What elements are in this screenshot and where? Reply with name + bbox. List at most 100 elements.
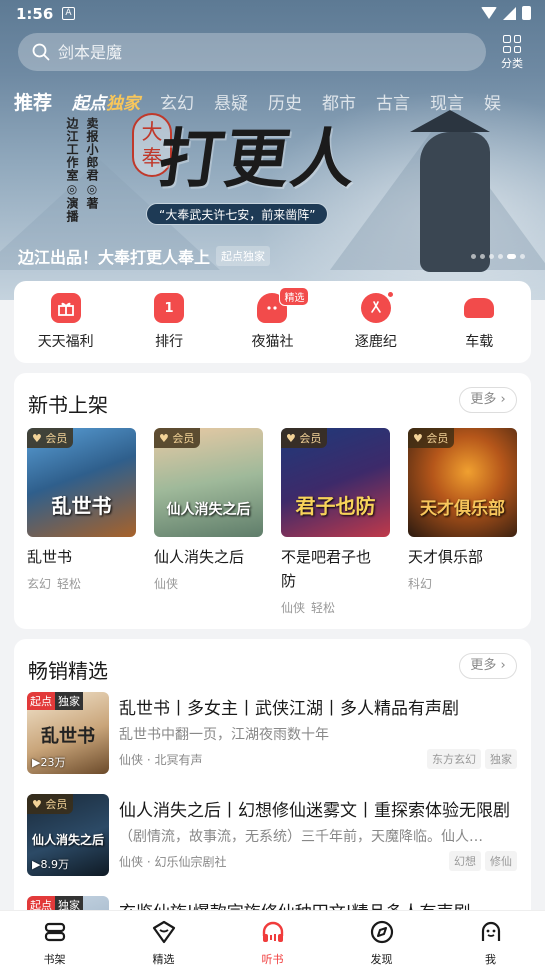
book-card[interactable]: ♥ 会员 乱世书 乱世书 玄幻 轻松 — [27, 428, 136, 616]
compass-icon — [370, 920, 393, 944]
status-time: 1:56 — [16, 5, 54, 23]
tab-qidian-exclusive[interactable]: 起点独家 — [72, 89, 140, 114]
audiobook-cover: ♥ 会员 仙人消失之后 ▶8.9万 — [27, 794, 109, 876]
category-label: 分类 — [501, 57, 523, 70]
category-button[interactable]: 分类 — [496, 35, 528, 71]
book-tags: 科幻 — [408, 577, 433, 591]
play-count: ▶23万 — [32, 756, 66, 769]
banner-studio-credit: 边江工作室◎演播 — [65, 117, 79, 223]
nav-label: 发现 — [370, 953, 393, 966]
audiobook-chips: 幻想 修仙 — [449, 851, 517, 871]
nav-label: 书架 — [43, 953, 66, 966]
quick-entry-label: 车载 — [465, 334, 494, 350]
audiobook-chips: 东方玄幻 独家 — [427, 749, 517, 769]
nav-bookshelf[interactable]: 书架 — [20, 919, 90, 967]
quick-entry-welfare[interactable]: 天天福利 — [21, 293, 111, 351]
book-title: 天才俱乐部 — [408, 548, 484, 566]
search-input[interactable] — [58, 42, 458, 62]
banner-author-credit: 卖报小郎君◎著 — [85, 117, 99, 210]
cover-title: 乱世书 — [51, 494, 112, 518]
nav-featured[interactable]: 精选 — [129, 919, 199, 967]
nav-profile[interactable]: 我 — [456, 919, 526, 967]
cover-title: 仙人消失之后 — [31, 833, 104, 847]
featured-badge: 精选 — [279, 287, 310, 306]
audiobook-title: 仙人消失之后丨幻想修仙迷雾文丨重探索体验无限剧 — [119, 801, 510, 821]
genre-chip: 幻想 — [449, 851, 481, 871]
new-books-section: 新书上架 更多 › ♥ 会员 乱世书 乱世书 玄幻 轻松 ♥ 会员 仙人消失之后 … — [14, 373, 531, 629]
vip-badge: ♥ 会员 — [408, 428, 455, 448]
tab-recommend[interactable]: 推荐 — [14, 88, 52, 115]
headphones-icon — [262, 921, 283, 942]
cover-title: 仙人消失之后 — [166, 502, 251, 518]
nav-label: 精选 — [152, 953, 175, 966]
banner-caption-tag: 起点独家 — [216, 246, 271, 266]
list-item[interactable]: 起点 独家 乱世书 ▶23万 乱世书丨多女主丨武侠江湖丨多人精品有声剧 乱世书中翻… — [27, 692, 517, 774]
carousel-dot-active — [507, 254, 516, 259]
exclusive-tag: 起点 独家 — [27, 692, 83, 710]
quick-entry-label: 天天福利 — [37, 334, 94, 350]
audiobook-title: 乱世书丨多女主丨武侠江湖丨多人精品有声剧 — [119, 699, 459, 719]
profile-icon — [481, 921, 500, 941]
nav-listen[interactable]: 听书 — [238, 919, 308, 967]
audiobook-meta: 仙侠 · 北冥有声 — [119, 753, 203, 767]
vip-badge: ♥ 会员 — [281, 428, 328, 448]
quick-entry-label: 逐鹿纪 — [354, 334, 397, 350]
vip-badge: ♥ 会员 — [154, 428, 201, 448]
grid-icon — [503, 35, 521, 53]
book-cover: ♥ 会员 仙人消失之后 — [154, 428, 263, 537]
nav-discover[interactable]: 发现 — [347, 919, 417, 967]
audiobook-meta: 仙侠 · 幻乐仙宗剧社 — [119, 855, 227, 869]
banner-title: 打更人 — [153, 122, 363, 197]
audiobook-desc: （剧情流，故事流，无系统）三千年前，天魔降临。仙人… — [119, 829, 483, 845]
cover-title: 乱世书 — [41, 726, 95, 747]
nav-label: 我 — [485, 953, 496, 966]
banner-caption[interactable]: 边江出品！大奉打更人奉上 起点独家 — [18, 244, 271, 268]
quick-entry-car[interactable]: 车载 — [434, 293, 524, 351]
book-card[interactable]: ♥ 会员 仙人消失之后 仙人消失之后 仙侠 — [154, 428, 263, 616]
quick-entry-night-cat[interactable]: 精选 夜猫社 — [227, 287, 317, 351]
carousel-indicator — [471, 254, 525, 259]
quick-entry-deer[interactable]: 逐鹿纪 — [331, 291, 421, 351]
signal-icon — [503, 6, 516, 20]
play-count: ▶8.9万 — [32, 858, 69, 871]
book-tags: 玄幻 轻松 — [27, 577, 82, 591]
chevron-right-icon: › — [500, 658, 506, 673]
book-cover: ♥ 会员 君子也防 — [281, 428, 390, 537]
search-bar[interactable] — [18, 33, 486, 71]
audiobook-cover: 起点 独家 乱世书 ▶23万 — [27, 692, 109, 774]
carousel-dot — [520, 254, 525, 259]
search-icon — [32, 43, 50, 61]
cover-title: 天才俱乐部 — [420, 499, 505, 519]
quick-entry-label: 夜猫社 — [251, 334, 294, 350]
genre-chip: 修仙 — [485, 851, 517, 871]
book-tags: 仙侠 — [154, 577, 179, 591]
vip-badge: ♥ 会员 — [27, 794, 74, 814]
nav-label: 听书 — [261, 953, 284, 966]
notification-dot — [386, 291, 394, 298]
book-title: 乱世书 — [27, 548, 73, 566]
more-button[interactable]: 更多 › — [459, 387, 517, 413]
more-button[interactable]: 更多 › — [459, 653, 517, 679]
genre-chip: 独家 — [485, 749, 517, 769]
battery-icon — [522, 6, 531, 20]
deer-icon — [360, 293, 391, 323]
book-cover: ♥ 会员 天才俱乐部 — [408, 428, 517, 537]
more-label: 更多 — [470, 392, 497, 407]
quick-entry-ranking[interactable]: 1 排行 — [124, 293, 214, 351]
book-card[interactable]: ♥ 会员 天才俱乐部 天才俱乐部 科幻 — [408, 428, 517, 616]
hero-banner[interactable]: 1:56 A 分类 推荐 起点独家 玄幻 悬疑 历史 都市 古言 现言 娱 卖报… — [0, 0, 545, 300]
app-notification-icon: A — [62, 7, 75, 20]
car-icon — [464, 298, 495, 318]
wifi-icon — [481, 7, 497, 19]
banner-caption-text: 边江出品！大奉打更人奉上 — [18, 248, 211, 267]
list-item[interactable]: ♥ 会员 仙人消失之后 ▶8.9万 仙人消失之后丨幻想修仙迷雾文丨重探索体验无限… — [27, 794, 517, 876]
book-tags: 仙侠 轻松 — [281, 601, 336, 615]
more-label: 更多 — [470, 658, 497, 673]
book-card[interactable]: ♥ 会员 君子也防 不是吧君子也防 仙侠 轻松 — [281, 428, 390, 616]
book-title: 仙人消失之后 — [154, 548, 245, 566]
banner-quote: “大奉武夫许七安，前来凿阵” — [146, 203, 329, 225]
genre-chip: 东方玄幻 — [427, 749, 481, 769]
book-cover: ♥ 会员 乱世书 — [27, 428, 136, 537]
status-bar: 1:56 A — [0, 0, 545, 28]
bookshelf-icon — [44, 922, 65, 942]
